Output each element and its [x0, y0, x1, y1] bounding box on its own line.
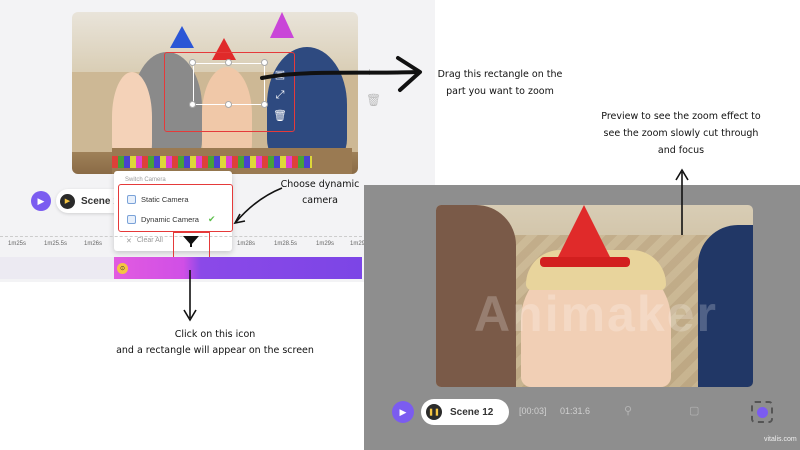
annotation-arrows	[183, 56, 689, 322]
arrow-to-zoom-rect	[260, 70, 420, 80]
arrow-to-dropdown	[235, 187, 283, 223]
